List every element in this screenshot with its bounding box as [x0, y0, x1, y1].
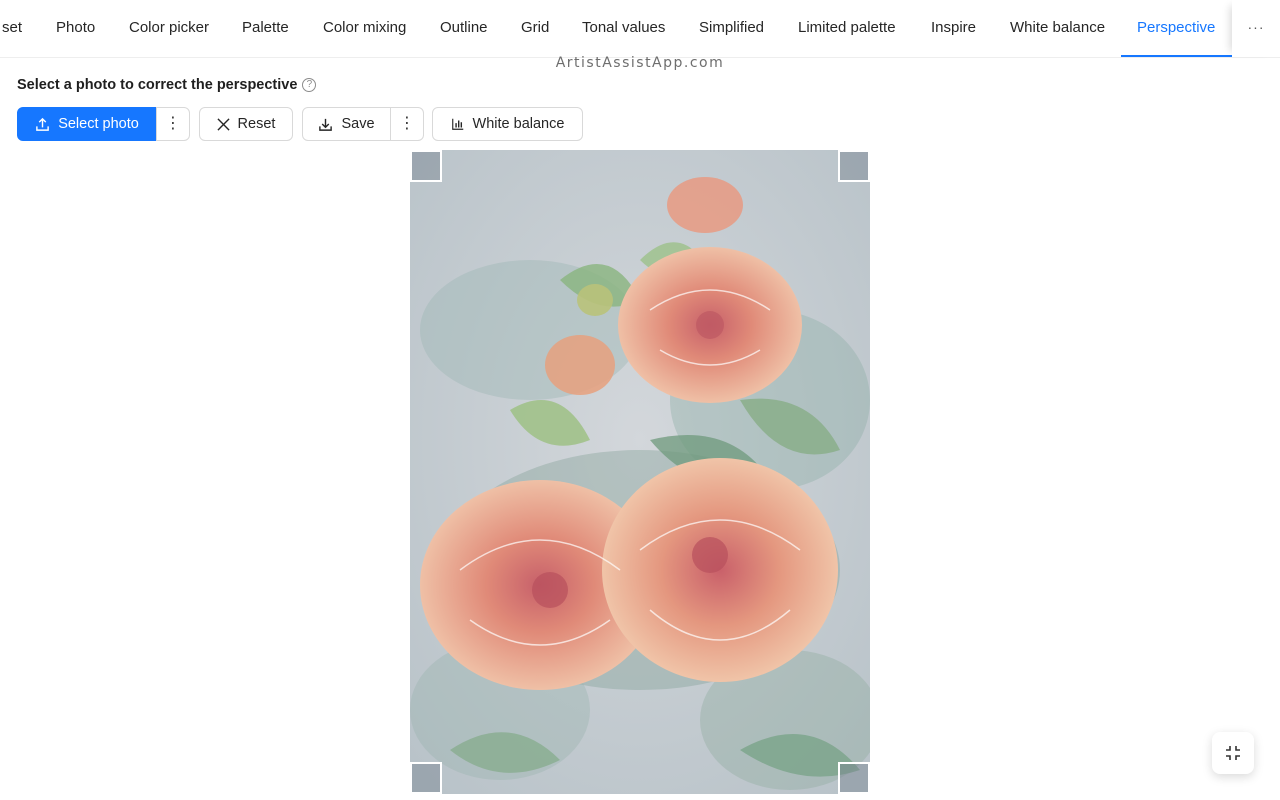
tab-limited-palette[interactable]: Limited palette — [798, 0, 896, 57]
more-vertical-icon: ⋮ — [165, 115, 181, 132]
tab-color-picker[interactable]: Color picker — [129, 0, 209, 57]
tab-simplified[interactable]: Simplified — [699, 0, 764, 57]
save-menu-button[interactable]: ⋮ — [390, 107, 424, 141]
tab-outline[interactable]: Outline — [440, 0, 488, 57]
perspective-handle-top-left[interactable] — [410, 150, 442, 182]
tab-bar: set Photo Color picker Palette Color mix… — [0, 0, 1280, 58]
upload-icon — [36, 117, 50, 131]
photo-canvas[interactable] — [410, 150, 870, 794]
tab-grid[interactable]: Grid — [521, 0, 549, 57]
instruction-text: Select a photo to correct the perspectiv… — [17, 77, 298, 93]
tab-photo[interactable]: Photo — [56, 0, 95, 57]
brand-watermark: ArtistAssistApp.com — [555, 55, 725, 71]
tab-white-balance[interactable]: White balance — [1010, 0, 1105, 57]
white-balance-label: White balance — [472, 116, 565, 132]
download-icon — [319, 118, 333, 131]
select-photo-label: Select photo — [58, 116, 139, 132]
select-photo-button[interactable]: Select photo — [17, 107, 157, 141]
dahlia-painting-image — [410, 150, 870, 794]
tab-inspire[interactable]: Inspire — [931, 0, 976, 57]
instruction-heading: Select a photo to correct the perspectiv… — [17, 77, 317, 93]
bar-chart-icon — [451, 118, 463, 130]
exit-fullscreen-button[interactable] — [1212, 732, 1254, 774]
tab-perspective[interactable]: Perspective — [1137, 0, 1215, 57]
select-photo-menu-button[interactable]: ⋮ — [156, 107, 190, 141]
perspective-handle-bottom-left[interactable] — [410, 762, 442, 794]
perspective-handle-top-right[interactable] — [838, 150, 870, 182]
save-label: Save — [341, 116, 375, 132]
more-tabs-button[interactable]: ··· — [1246, 18, 1266, 38]
reset-button[interactable]: Reset — [199, 107, 293, 141]
fullscreen-exit-icon — [1226, 746, 1240, 760]
reset-label: Reset — [237, 116, 276, 132]
white-balance-button[interactable]: White balance — [432, 107, 583, 141]
tab-tonal-values[interactable]: Tonal values — [582, 0, 665, 57]
tab-color-mixing[interactable]: Color mixing — [323, 0, 406, 57]
save-button[interactable]: Save — [302, 107, 391, 141]
tab-preset[interactable]: set — [2, 0, 22, 57]
close-icon — [216, 117, 230, 131]
tab-palette[interactable]: Palette — [242, 0, 289, 57]
perspective-handle-bottom-right[interactable] — [838, 762, 870, 794]
more-vertical-icon: ⋮ — [399, 115, 415, 132]
help-circle-icon[interactable]: ? — [302, 78, 317, 92]
